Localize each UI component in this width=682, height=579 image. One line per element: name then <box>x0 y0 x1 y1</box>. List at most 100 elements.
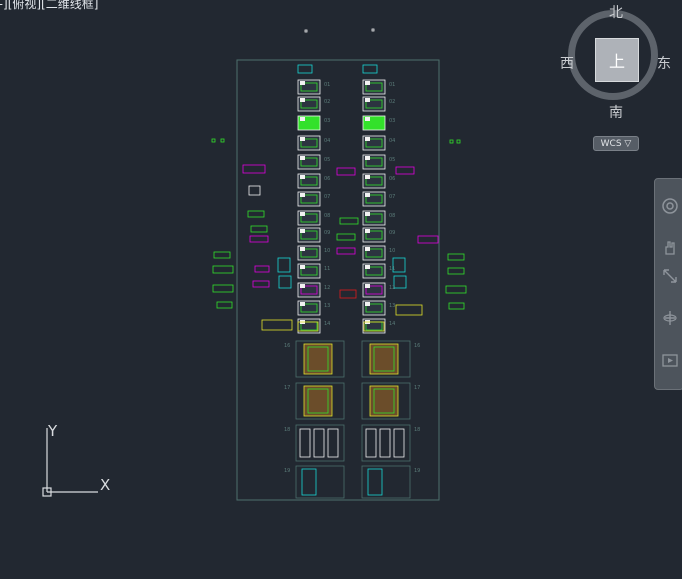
detail-panel <box>295 465 345 499</box>
viewcube[interactable]: 上 北 南 东 西 <box>560 5 671 121</box>
annotation-block <box>395 304 423 316</box>
annotation-block <box>395 166 415 175</box>
row-number-label: 13 <box>389 303 395 309</box>
annotation-block <box>248 185 261 196</box>
compass-south-label[interactable]: 南 <box>609 102 623 122</box>
row-number-label: 07 <box>389 194 395 200</box>
plan-mark <box>365 98 370 102</box>
compass-east-label[interactable]: 东 <box>657 53 671 73</box>
plan-mark <box>300 247 305 251</box>
steering-wheel-icon[interactable] <box>659 195 681 217</box>
annotation-block <box>393 275 407 289</box>
model-space-viewport[interactable]: [-][俯视][二维线框] 16 17 18 19 16 17 18 19 01 02 03 04 05… <box>0 0 682 579</box>
row-number-label: 04 <box>324 138 330 144</box>
plan-mark <box>300 212 305 216</box>
plan-mark <box>300 175 305 179</box>
annotation-block <box>447 267 465 275</box>
plan-mark <box>365 156 370 160</box>
row-number-label: 12 <box>324 285 330 291</box>
panel-number-label: 16 <box>284 343 290 349</box>
plan-mark <box>300 284 305 288</box>
annotation-block <box>371 28 375 32</box>
annotation-block <box>261 319 293 331</box>
annotation-block <box>336 233 356 241</box>
annotation-block <box>212 284 234 293</box>
annotation-block <box>339 217 359 225</box>
plan-mark <box>365 247 370 251</box>
plan-mark <box>365 193 370 197</box>
plan-mark <box>365 137 370 141</box>
plan-mark <box>300 265 305 269</box>
panel-strip <box>299 428 311 458</box>
showmotion-icon[interactable] <box>659 349 681 371</box>
plan-mark <box>300 81 305 85</box>
row-number-label: 10 <box>324 248 330 254</box>
pan-icon[interactable] <box>659 237 681 259</box>
ucs-menu-button[interactable]: WCS ▽ <box>593 136 639 151</box>
title-block <box>362 64 378 74</box>
panel-strip <box>313 428 325 458</box>
annotation-block <box>456 139 461 144</box>
row-number-label: 11 <box>389 266 395 272</box>
plan-mark <box>365 117 370 121</box>
viewcube-top-face[interactable]: 上 <box>595 38 639 82</box>
plan-mark <box>300 98 305 102</box>
orbit-icon[interactable] <box>659 307 681 329</box>
panel-strip <box>379 428 391 458</box>
row-number-label: 08 <box>324 213 330 219</box>
row-number-label: 09 <box>389 230 395 236</box>
annotation-block <box>220 138 225 143</box>
panel-strip <box>327 428 339 458</box>
annotation-block <box>277 257 291 273</box>
row-number-label: 03 <box>389 118 395 124</box>
plan-mark <box>365 212 370 216</box>
annotation-block <box>447 253 465 261</box>
annotation-block <box>278 275 292 289</box>
row-number-label: 14 <box>324 321 330 327</box>
plan-mark <box>365 229 370 233</box>
annotation-block <box>242 164 266 174</box>
row-number-label: 02 <box>389 99 395 105</box>
plan-mark <box>300 117 305 121</box>
row-number-label: 10 <box>389 248 395 254</box>
plan-mark <box>300 229 305 233</box>
annotation-block <box>449 139 454 144</box>
row-number-label: 01 <box>389 82 395 88</box>
row-number-label: 01 <box>324 82 330 88</box>
compass-west-label[interactable]: 西 <box>560 53 574 73</box>
annotation-block <box>252 280 270 288</box>
annotation-block <box>249 235 269 243</box>
row-number-label: 04 <box>389 138 395 144</box>
panel-strip <box>301 468 317 496</box>
detail-panel <box>361 465 411 499</box>
row-number-label: 08 <box>389 213 395 219</box>
annotation-block <box>336 167 356 176</box>
panel-number-label: 17 <box>284 385 290 391</box>
panel-number-label: 18 <box>284 427 290 433</box>
plan-mark <box>365 265 370 269</box>
row-number-label: 13 <box>324 303 330 309</box>
row-number-label: 05 <box>324 157 330 163</box>
zoom-icon[interactable] <box>659 265 681 287</box>
row-number-label: 02 <box>324 99 330 105</box>
annotation-block <box>250 225 268 233</box>
annotation-block <box>216 301 233 309</box>
row-number-label: 14 <box>389 321 395 327</box>
annotation-block <box>339 289 357 299</box>
plan-mark <box>365 302 370 306</box>
plan-mark <box>365 175 370 179</box>
panel-strip <box>393 428 405 458</box>
panel-number-label: 16 <box>414 343 420 349</box>
detail-panel <box>361 424 411 462</box>
panel-number-label: 18 <box>414 427 420 433</box>
row-number-label: 11 <box>324 266 330 272</box>
annotation-block <box>445 285 467 294</box>
ucs-x-label: X <box>100 476 110 494</box>
drawing-blocks <box>211 28 467 499</box>
title-block <box>297 64 313 74</box>
annotation-block <box>247 210 265 218</box>
annotation-block <box>336 247 356 255</box>
plan-mark <box>300 193 305 197</box>
row-number-label: 12 <box>389 285 395 291</box>
compass-north-label[interactable]: 北 <box>609 2 623 22</box>
